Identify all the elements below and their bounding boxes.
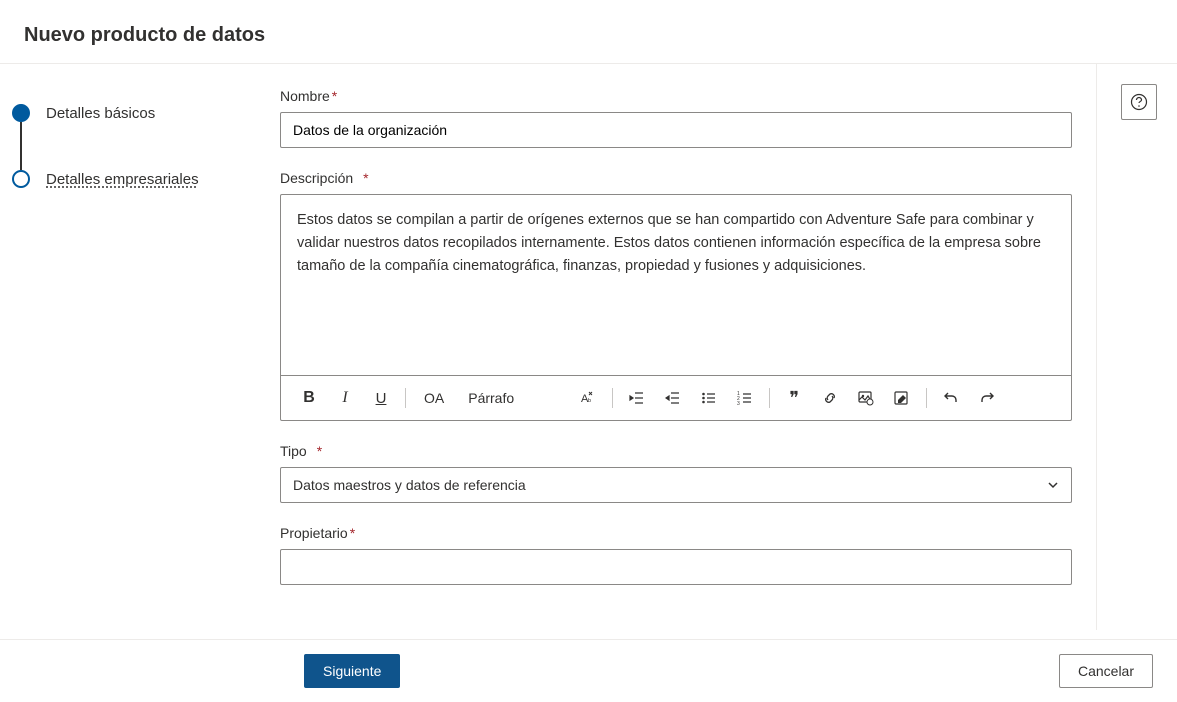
step-basic-details[interactable]: Detalles básicos	[12, 104, 256, 122]
redo-button[interactable]	[971, 384, 1003, 412]
owner-input[interactable]	[280, 549, 1072, 585]
bullet-list-button[interactable]	[693, 384, 725, 412]
italic-button[interactable]: I	[329, 384, 361, 412]
numbered-list-button[interactable]: 123	[729, 384, 761, 412]
quote-button[interactable]: ❞	[778, 384, 810, 412]
edit-button[interactable]	[886, 384, 918, 412]
step-connector	[20, 122, 22, 170]
svg-text:ᵇ: ᵇ	[588, 397, 591, 406]
help-icon	[1130, 93, 1148, 111]
font-selector[interactable]: OA	[414, 390, 454, 406]
description-label: Descripción*	[280, 170, 1072, 186]
underline-button[interactable]: U	[365, 384, 397, 412]
name-input[interactable]	[280, 112, 1072, 148]
page-title: Nuevo producto de datos	[24, 24, 1153, 47]
step-label: Detalles empresariales	[46, 171, 199, 188]
step-indicator-active	[12, 104, 30, 122]
type-select[interactable]: Datos maestros y datos de referencia	[280, 467, 1072, 503]
undo-button[interactable]	[935, 384, 967, 412]
name-label: Nombre*	[280, 88, 1072, 104]
step-indicator-inactive	[12, 170, 30, 188]
help-button[interactable]	[1121, 84, 1157, 120]
richtext-toolbar: B I U OA Párrafo Aᵇ	[281, 375, 1071, 420]
toolbar-separator	[926, 388, 927, 408]
link-button[interactable]	[814, 384, 846, 412]
cancel-button[interactable]: Cancelar	[1059, 654, 1153, 688]
toolbar-separator	[405, 388, 406, 408]
toolbar-separator	[769, 388, 770, 408]
toolbar-separator	[612, 388, 613, 408]
outdent-button[interactable]	[621, 384, 653, 412]
bold-button[interactable]: B	[293, 384, 325, 412]
paragraph-selector[interactable]: Párrafo	[458, 390, 524, 406]
type-label: Tipo*	[280, 443, 1072, 459]
svg-text:3: 3	[737, 401, 740, 406]
next-button[interactable]: Siguiente	[304, 654, 400, 688]
image-button[interactable]	[850, 384, 882, 412]
indent-button[interactable]	[657, 384, 689, 412]
step-business-details[interactable]: Detalles empresariales	[12, 170, 256, 188]
owner-label: Propietario*	[280, 525, 1072, 541]
font-style-button[interactable]: Aᵇ	[572, 384, 604, 412]
description-editor[interactable]: Estos datos se compilan a partir de oríg…	[281, 195, 1061, 375]
step-label: Detalles básicos	[46, 105, 155, 122]
